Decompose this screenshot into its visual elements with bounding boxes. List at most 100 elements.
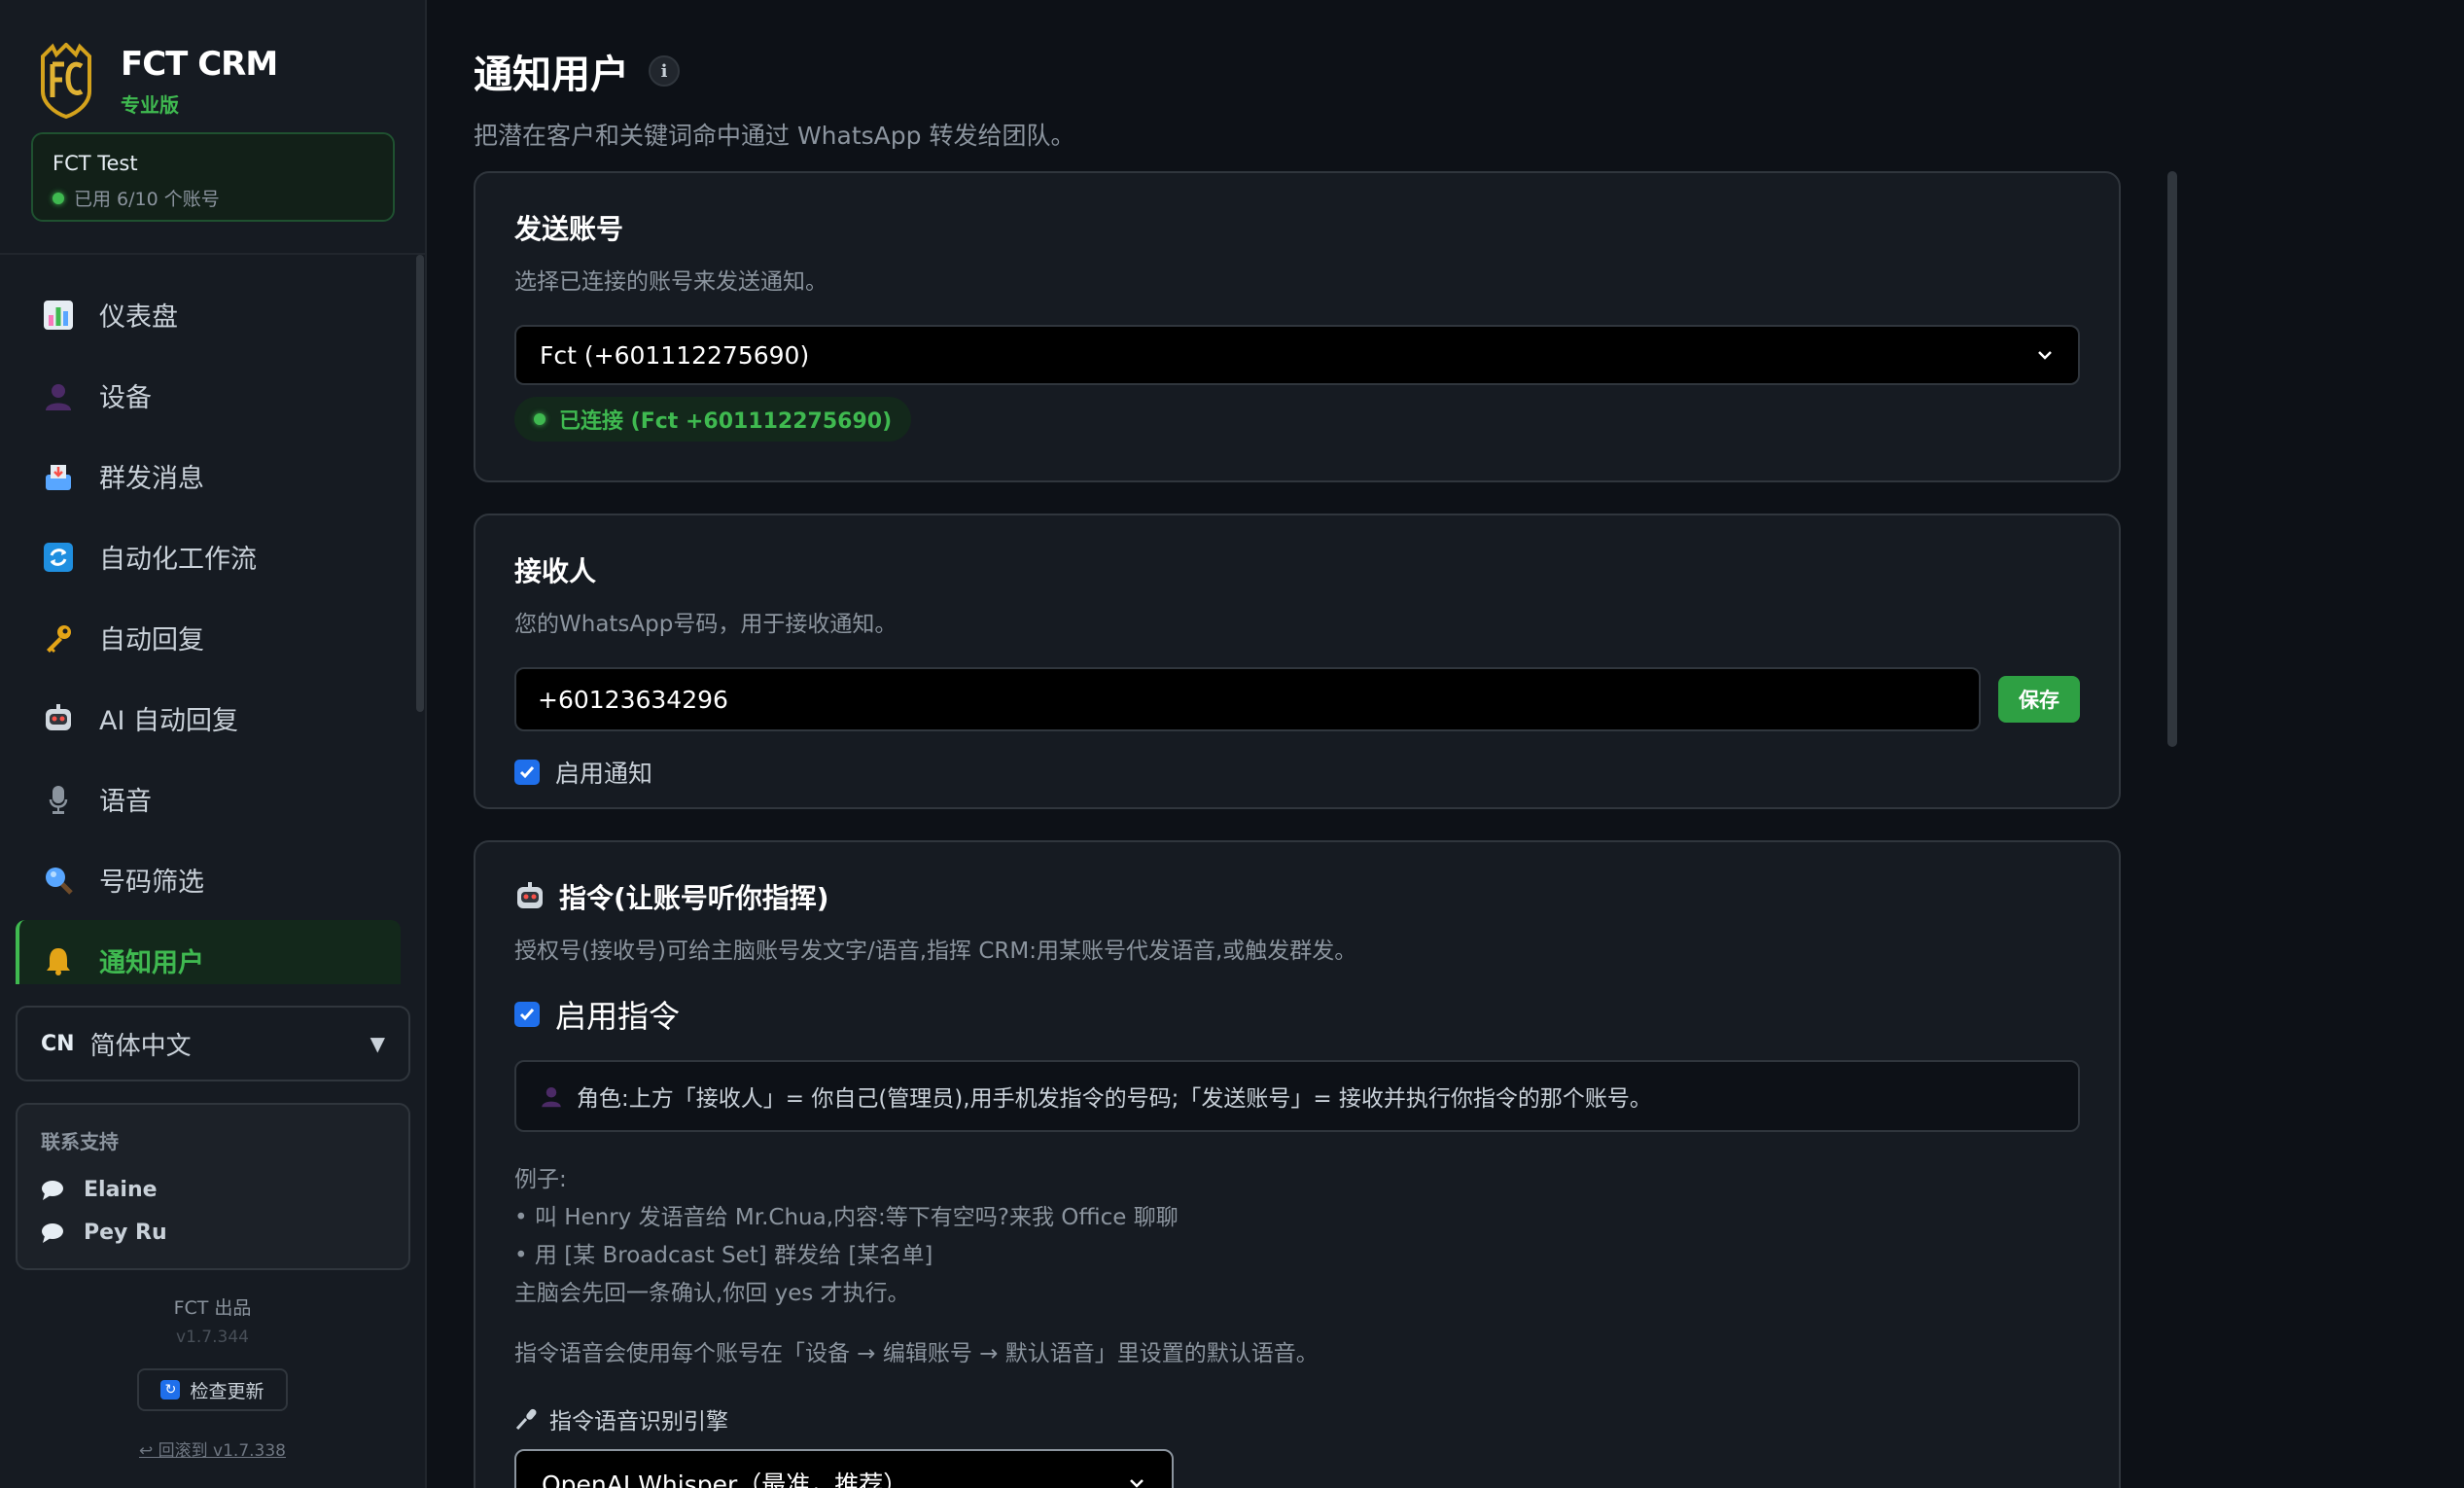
sidebar-scrollbar[interactable] xyxy=(416,255,424,712)
magnifier-icon xyxy=(41,863,76,898)
enable-notify-checkbox[interactable] xyxy=(514,760,540,785)
connection-status-text: 已连接 (Fct +601112275690) xyxy=(559,409,893,434)
examples-line: • 用 [某 Broadcast Set] 群发给 [某名单] xyxy=(514,1243,933,1268)
sidebar-item-label: 自动回复 xyxy=(99,625,204,655)
sidebar-item-label: 号码筛选 xyxy=(99,868,204,898)
sidebar-item-label: 群发消息 xyxy=(99,464,204,494)
enable-command-checkbox[interactable] xyxy=(514,1002,540,1027)
sidebar-item-notify-users[interactable]: 通知用户 xyxy=(16,920,401,984)
page-subtitle: 把潜在客户和关键词命中通过 WhatsApp 转发给团队。 xyxy=(474,122,1075,150)
support-contact-elaine[interactable]: Elaine xyxy=(41,1168,385,1211)
sidebar-item-label: 通知用户 xyxy=(99,948,204,978)
language-label: 简体中文 xyxy=(89,1031,192,1061)
speech-bubble-icon xyxy=(42,1181,63,1200)
support-title: 联系支持 xyxy=(41,1130,119,1153)
sidebar-item-auto-reply[interactable]: 自动回复 xyxy=(16,597,401,678)
info-icon[interactable]: i xyxy=(649,55,680,87)
key-icon xyxy=(41,620,76,655)
sidebar-item-voice[interactable]: 语音 xyxy=(16,759,401,839)
recipient-desc: 您的WhatsApp号码，用于接收通知。 xyxy=(514,612,898,637)
enable-notify-row[interactable]: 启用通知 xyxy=(514,755,2080,790)
main-content: 通知用户 i 把潜在客户和关键词命中通过 WhatsApp 转发给团队。 发送账… xyxy=(427,0,2464,1488)
app-root: FCT CRM 专业版 FCT Test 已用 6/10 个账号 仪表盘 设备 … xyxy=(0,0,2464,1488)
sidebar-footer: FCT 出品 v1.7.344 ↻ 检查更新 ↩ 回滚到 v1.7.338 xyxy=(0,1293,425,1461)
support-box: 联系支持 Elaine Pey Ru xyxy=(16,1103,410,1270)
sidebar-item-ai-auto-reply[interactable]: AI 自动回复 xyxy=(16,678,401,759)
rollback-link[interactable]: ↩ 回滚到 v1.7.338 xyxy=(0,1436,425,1461)
caret-down-icon: ▼ xyxy=(370,1032,385,1055)
sidebar-item-number-filter[interactable]: 号码筛选 xyxy=(16,839,401,920)
brand-tier-badge: 专业版 xyxy=(121,92,179,117)
language-select[interactable]: CN 简体中文 ▼ xyxy=(16,1006,410,1081)
examples-line: 例子: xyxy=(514,1167,567,1192)
support-contact-name: Elaine xyxy=(84,1177,158,1202)
checkmark-icon xyxy=(519,1009,535,1021)
sender-selected-value: Fct (+601112275690) xyxy=(540,340,810,370)
checkmark-icon xyxy=(519,766,535,779)
person-icon xyxy=(41,378,76,413)
footer-version: v1.7.344 xyxy=(176,1328,249,1347)
robot-icon xyxy=(41,701,76,736)
inbox-tray-icon xyxy=(41,459,76,494)
sidebar-item-label: 自动化工作流 xyxy=(99,545,257,575)
voice-note: 指令语音会使用每个账号在「设备 → 编辑账号 → 默认语音」里设置的默认语音。 xyxy=(514,1341,1319,1366)
sidebar-item-broadcast[interactable]: 群发消息 xyxy=(16,436,401,516)
online-dot-icon xyxy=(53,192,64,204)
page-header: 通知用户 i 把潜在客户和关键词命中通过 WhatsApp 转发给团队。 xyxy=(474,43,1074,152)
language-code: CN xyxy=(41,1031,75,1056)
command-title: 指令(让账号听你指挥) xyxy=(559,882,829,914)
footer-by: FCT 出品 xyxy=(173,1297,252,1319)
account-card[interactable]: FCT Test 已用 6/10 个账号 xyxy=(31,132,395,222)
role-note: 角色:上方「接收人」= 你自己(管理员),用手机发指令的号码;「发送账号」= 接… xyxy=(514,1060,2080,1132)
command-desc: 授权号(接收号)可给主脑账号发文字/语音,指挥 CRM:用某账号代发语音,或触发… xyxy=(514,939,1357,964)
role-note-text: 角色:上方「接收人」= 你自己(管理员),用手机发指令的号码;「发送账号」= 接… xyxy=(577,1086,1652,1112)
recipient-phone-input[interactable] xyxy=(514,667,1981,731)
sidebar-item-devices[interactable]: 设备 xyxy=(16,355,401,436)
robot-icon xyxy=(517,882,543,908)
connected-dot-icon xyxy=(534,413,546,425)
chevron-down-icon xyxy=(1130,1479,1144,1488)
account-usage-text: 已用 6/10 个账号 xyxy=(74,189,220,210)
engine-label-row: 指令语音识别引擎 xyxy=(514,1402,2080,1435)
microphone-icon xyxy=(515,1408,537,1431)
engine-selected-value: OpenAI Whisper（最准，推荐） xyxy=(542,1470,908,1488)
examples-line: • 叫 Henry 发语音给 Mr.Chua,内容:等下有空吗?来我 Offic… xyxy=(514,1205,1179,1230)
sidebar-item-workflow[interactable]: 自动化工作流 xyxy=(16,516,401,597)
main-scrollbar[interactable] xyxy=(2167,171,2177,747)
sidebar-nav: 仪表盘 设备 群发消息 自动化工作流 自动回复 AI 自动回复 语音 号码筛选 … xyxy=(16,274,401,984)
sender-account-select[interactable]: Fct (+601112275690) xyxy=(514,325,2080,385)
person-icon xyxy=(542,1087,561,1108)
recipient-title: 接收人 xyxy=(514,555,597,587)
check-update-button[interactable]: ↻ 检查更新 xyxy=(137,1368,288,1411)
command-examples: 例子: • 叫 Henry 发语音给 Mr.Chua,内容:等下有空吗?来我 O… xyxy=(514,1161,2080,1313)
enable-command-label: 启用指令 xyxy=(555,998,681,1035)
speech-bubble-icon xyxy=(42,1223,63,1243)
enable-notify-label: 启用通知 xyxy=(555,760,653,788)
page-title-row: 通知用户 i xyxy=(474,43,1074,99)
support-contact-pey-ru[interactable]: Pey Ru xyxy=(41,1211,385,1254)
support-contact-name: Pey Ru xyxy=(84,1220,167,1245)
brand-name: FCT CRM xyxy=(121,44,278,84)
connection-status-badge: 已连接 (Fct +601112275690) xyxy=(514,397,912,442)
enable-command-row[interactable]: 启用指令 xyxy=(514,992,2080,1037)
microphone-icon xyxy=(41,782,76,817)
recipient-card: 接收人 您的WhatsApp号码，用于接收通知。 保存 启用通知 xyxy=(474,514,2121,809)
examples-line: 主脑会先回一条确认,你回 yes 才执行。 xyxy=(514,1281,910,1306)
sidebar-item-label: AI 自动回复 xyxy=(99,706,239,736)
engine-label: 指令语音识别引擎 xyxy=(549,1409,728,1435)
brand[interactable]: FCT CRM 专业版 xyxy=(0,0,425,126)
sidebar-item-label: 设备 xyxy=(99,383,152,413)
recipient-input-row: 保存 xyxy=(514,667,2080,731)
account-usage-row: 已用 6/10 个账号 xyxy=(53,185,373,211)
command-card: 指令(让账号听你指挥) 授权号(接收号)可给主脑账号发文字/语音,指挥 CRM:… xyxy=(474,840,2121,1488)
sidebar-item-label: 语音 xyxy=(99,787,152,817)
sender-account-card: 发送账号 选择已连接的账号来发送通知。 Fct (+601112275690) … xyxy=(474,171,2121,482)
refresh-icon xyxy=(41,540,76,575)
sender-desc: 选择已连接的账号来发送通知。 xyxy=(514,269,827,295)
sidebar: FCT CRM 专业版 FCT Test 已用 6/10 个账号 仪表盘 设备 … xyxy=(0,0,427,1488)
save-button[interactable]: 保存 xyxy=(1998,676,2080,723)
page-title: 通知用户 xyxy=(474,53,629,97)
speech-engine-select[interactable]: OpenAI Whisper（最准，推荐） xyxy=(514,1449,1174,1488)
bar-chart-icon xyxy=(41,298,76,333)
sidebar-item-dashboard[interactable]: 仪表盘 xyxy=(16,274,401,355)
